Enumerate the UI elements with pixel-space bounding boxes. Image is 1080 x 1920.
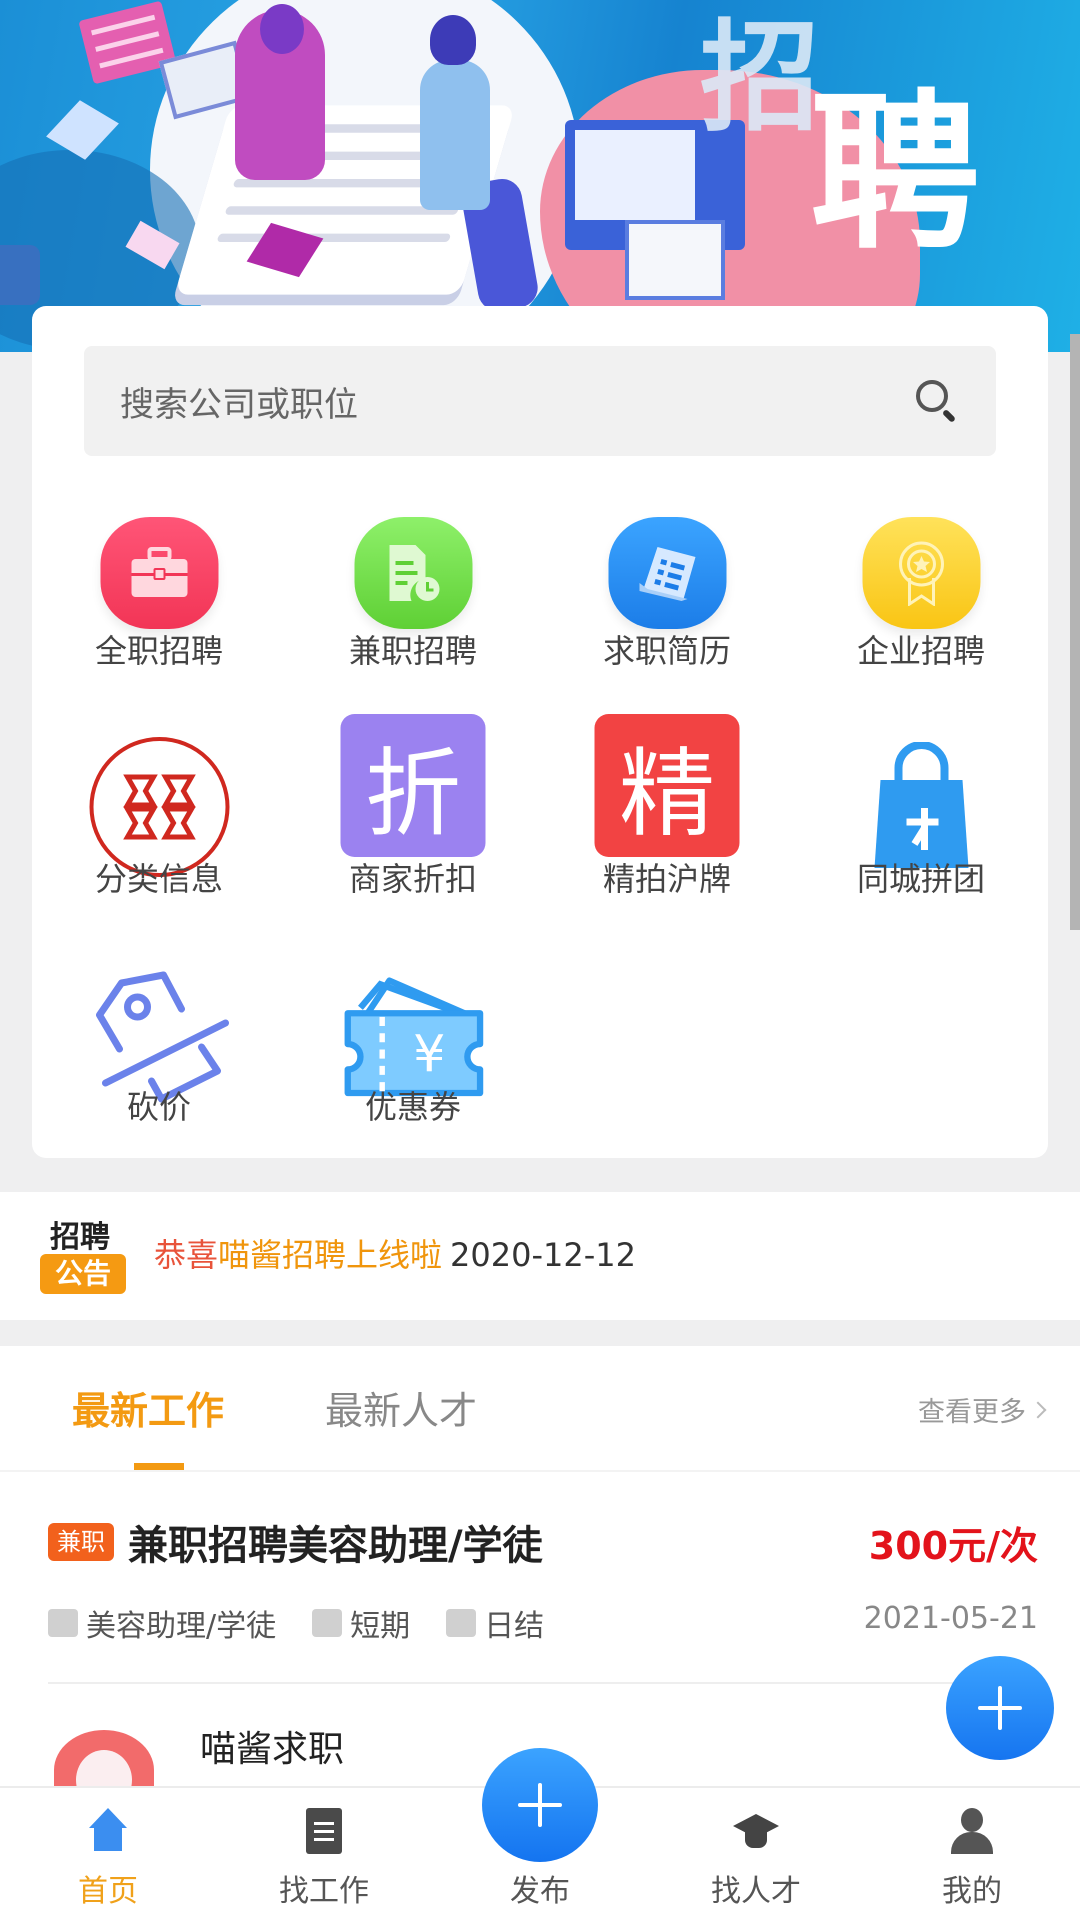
category-license-plate[interactable]: 精 精拍沪牌: [540, 704, 794, 932]
decor-stack: [0, 245, 40, 305]
shopping-bag-icon: [874, 741, 968, 868]
floating-add-button[interactable]: [946, 1656, 1054, 1760]
tabbar-label: 找人才: [711, 1874, 801, 1909]
tabbar-label: 我的: [942, 1874, 1002, 1909]
announcement-bar[interactable]: 招聘 公告 恭喜喵酱招聘上线啦 2020-12-12: [0, 1192, 1080, 1320]
category-coupon[interactable]: ¥ 优惠券: [286, 932, 540, 1160]
job-meta: 美容助理/学徒 短期 日结: [48, 1601, 544, 1645]
job-list-item[interactable]: 兼职 兼职招聘美容助理/学徒 300元/次 美容助理/学徒 短期 日结 2021…: [48, 1501, 1038, 1644]
job-title: 兼职招聘美容助理/学徒: [128, 1523, 543, 1569]
svg-text:¥: ¥: [413, 1024, 445, 1083]
plus-icon: [978, 1686, 1022, 1730]
view-more-label: 查看更多: [918, 1397, 1026, 1428]
license-plate-icon: 精: [594, 714, 740, 857]
category-full-time[interactable]: 全职招聘: [32, 476, 286, 704]
home-icon: [85, 1808, 131, 1854]
calendar-icon: [312, 1609, 343, 1637]
tabbar-item-find-talent[interactable]: 找人才: [686, 1808, 826, 1910]
search-input[interactable]: 搜索公司或职位: [84, 346, 996, 456]
search-icon[interactable]: [914, 378, 960, 424]
category-label: 同城拼团: [856, 860, 985, 898]
hero-banner[interactable]: 招 聘: [0, 0, 1080, 352]
job-salary: 300元/次: [868, 1524, 1038, 1568]
divider: [48, 1682, 1028, 1684]
plus-icon: [518, 1783, 562, 1827]
job-settlement: 日结: [484, 1609, 545, 1644]
category-label: 企业招聘: [856, 632, 985, 670]
briefcase-icon: [100, 516, 218, 629]
tabbar-item-mine[interactable]: 我的: [902, 1808, 1042, 1910]
category-grid: 全职招聘 兼职招聘 求职简历 企业招聘 分类信息 折 商家折扣 精 精拍沪牌 同…: [32, 476, 1048, 1160]
category-label: 优惠券: [364, 1088, 461, 1126]
job-position: 美容助理/学徒: [86, 1609, 277, 1644]
category-group-buy[interactable]: 同城拼团: [794, 704, 1048, 932]
category-bargain[interactable]: 砍价: [32, 932, 286, 1160]
announcement-highlight: 恭喜: [154, 1236, 219, 1274]
wallet-icon: [446, 1609, 477, 1637]
tablet-illustration: [625, 220, 725, 300]
document-icon: [306, 1808, 342, 1854]
banner-title-char: 招: [700, 7, 820, 148]
category-card: 搜索公司或职位 全职招聘 兼职招聘 求职简历 企业招聘 分类信息 折 商家折扣 …: [32, 306, 1048, 1158]
talent-name: 喵酱求职: [200, 1729, 345, 1770]
banner-title-char: 聘: [810, 73, 981, 273]
tabbar-item-home[interactable]: 首页: [38, 1808, 178, 1910]
tabbar-label: 找工作: [279, 1874, 369, 1909]
category-part-time[interactable]: 兼职招聘: [286, 476, 540, 704]
category-discount[interactable]: 折 商家折扣: [286, 704, 540, 932]
category-classified[interactable]: 分类信息: [32, 704, 286, 932]
tabbar-label: 首页: [78, 1874, 138, 1909]
tab-latest-jobs[interactable]: 最新工作: [72, 1380, 224, 1435]
announcement-date: 2020-12-12: [450, 1236, 636, 1274]
category-label: 精拍沪牌: [602, 860, 731, 898]
view-more-link[interactable]: 查看更多: [918, 1390, 1047, 1429]
category-label: 砍价: [126, 1088, 191, 1126]
document-clock-icon: [354, 516, 472, 629]
category-label: 分类信息: [94, 860, 223, 898]
medal-icon: [862, 516, 980, 629]
category-enterprise[interactable]: 企业招聘: [794, 476, 1048, 704]
briefcase-icon: [48, 1609, 78, 1637]
category-label: 求职简历: [602, 632, 731, 670]
tabbar-item-find-job[interactable]: 找工作: [254, 1808, 394, 1910]
job-date: 2021-05-21: [863, 1601, 1038, 1636]
user-icon: [949, 1808, 995, 1854]
category-label: 全职招聘: [94, 632, 223, 670]
divider: [0, 1470, 1080, 1472]
publish-button[interactable]: [482, 1748, 598, 1862]
announcement-text[interactable]: 恭喜喵酱招聘上线啦 2020-12-12: [154, 1230, 636, 1276]
search-placeholder: 搜索公司或职位: [120, 384, 358, 425]
tab-latest-talent[interactable]: 最新人才: [325, 1380, 477, 1435]
announcement-title: 招聘: [50, 1220, 110, 1255]
category-label: 兼职招聘: [348, 632, 477, 670]
discount-icon: 折: [340, 714, 486, 857]
chevron-right-icon: [1029, 1401, 1047, 1418]
resume-icon: [608, 516, 726, 629]
job-duration: 短期: [350, 1609, 411, 1644]
category-resume[interactable]: 求职简历: [540, 476, 794, 704]
job-type-badge: 兼职: [48, 1523, 114, 1561]
man-illustration: [420, 15, 490, 210]
tabbar-label: 发布: [510, 1874, 570, 1909]
feed-section: 最新工作 最新人才 查看更多 兼职 兼职招聘美容助理/学徒 300元/次 美容助…: [0, 1346, 1080, 1810]
graduation-cap-icon: [733, 1808, 779, 1854]
announcement-highlight: 喵酱招聘上线啦: [218, 1236, 443, 1274]
category-label: 商家折扣: [348, 860, 477, 898]
announcement-badge: 公告: [40, 1254, 126, 1294]
woman-illustration: [235, 4, 325, 180]
scrollbar[interactable]: [1070, 334, 1080, 930]
